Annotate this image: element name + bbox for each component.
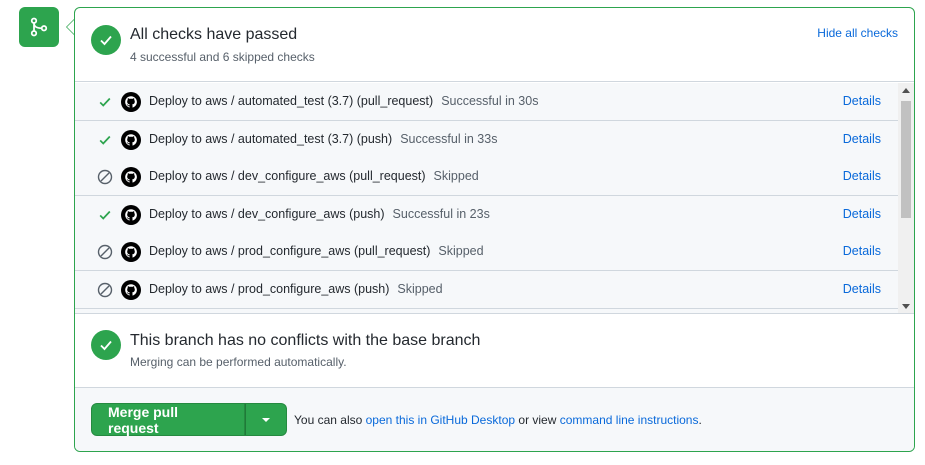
success-status-icon xyxy=(91,330,121,360)
conflicts-section: This branch has no conflicts with the ba… xyxy=(75,314,914,388)
check-name: Deploy to aws / automated_test (3.7) (pu… xyxy=(149,131,498,146)
check-name: Deploy to aws / prod_configure_aws (push… xyxy=(149,281,443,296)
checks-title: All checks have passed xyxy=(130,26,298,43)
open-in-desktop-link[interactable]: open this in GitHub Desktop xyxy=(366,413,515,427)
scroll-down-arrow-icon[interactable] xyxy=(902,304,910,309)
merge-button-group: Merge pull request xyxy=(91,403,287,436)
check-row: Deploy to aws / automated_test (3.7) (pu… xyxy=(75,83,898,121)
merge-method-dropdown[interactable] xyxy=(245,403,287,436)
check-details-link[interactable]: Details xyxy=(843,244,881,258)
success-status-icon xyxy=(91,25,121,55)
github-logo-icon xyxy=(121,92,141,112)
check-name: Deploy to aws / dev_configure_aws (pull_… xyxy=(149,169,479,183)
check-name: Deploy to aws / prod_configure_aws (pull… xyxy=(149,244,484,258)
scroll-up-arrow-icon[interactable] xyxy=(902,88,910,93)
checks-scrollbar[interactable] xyxy=(898,83,914,313)
merge-box: All checks have passed 4 successful and … xyxy=(74,7,915,452)
caret-down-icon xyxy=(262,417,270,422)
check-row: Deploy to aws / dev_configure_aws (push)… xyxy=(75,195,898,234)
skip-icon xyxy=(97,244,113,260)
hide-all-checks-link[interactable]: Hide all checks xyxy=(817,26,898,40)
check-details-link[interactable]: Details xyxy=(843,207,881,221)
check-row: Deploy to aws / prod_configure_aws (push… xyxy=(75,270,898,309)
git-merge-icon xyxy=(19,7,59,47)
check-name: Deploy to aws / dev_configure_aws (push)… xyxy=(149,206,490,221)
github-logo-icon xyxy=(121,129,141,150)
github-logo-icon xyxy=(121,167,141,187)
merge-help-text: You can also open this in GitHub Desktop… xyxy=(294,413,702,427)
check-description: Skipped xyxy=(397,281,443,296)
check-details-link[interactable]: Details xyxy=(843,132,881,146)
check-icon xyxy=(97,132,113,148)
check-row: Deploy to aws / prod_configure_aws (pull… xyxy=(75,233,898,271)
github-logo-icon xyxy=(121,242,141,262)
conflicts-subtitle: Merging can be performed automatically. xyxy=(130,355,347,369)
check-description: Successful in 30s xyxy=(441,94,539,108)
github-logo-icon xyxy=(121,204,141,225)
check-description: Skipped xyxy=(433,169,479,183)
check-icon xyxy=(97,207,113,223)
check-name: Deploy to aws / automated_test (3.7) (pu… xyxy=(149,94,539,108)
checks-list: Deploy to aws / automated_test (3.7) (pu… xyxy=(75,83,914,314)
merge-footer: Merge pull request You can also open thi… xyxy=(75,388,914,451)
check-description: Successful in 23s xyxy=(392,206,490,221)
checks-header: All checks have passed 4 successful and … xyxy=(75,8,914,82)
command-line-instructions-link[interactable]: command line instructions xyxy=(560,413,699,427)
merge-pull-request-button[interactable]: Merge pull request xyxy=(91,403,245,436)
checks-subtitle: 4 successful and 6 skipped checks xyxy=(130,50,315,64)
conflicts-title: This branch has no conflicts with the ba… xyxy=(130,332,481,349)
github-logo-icon xyxy=(121,279,141,300)
check-row: Deploy to aws / dev_configure_aws (pull_… xyxy=(75,158,898,196)
check-details-link[interactable]: Details xyxy=(843,94,881,108)
check-details-link[interactable]: Details xyxy=(843,282,881,296)
check-details-link[interactable]: Details xyxy=(843,169,881,183)
check-description: Skipped xyxy=(438,244,484,258)
check-icon xyxy=(97,94,113,110)
skip-icon xyxy=(97,282,113,298)
check-row: Deploy to aws / automated_test (3.7) (pu… xyxy=(75,120,898,159)
skip-icon xyxy=(97,169,113,185)
scroll-thumb[interactable] xyxy=(901,101,911,218)
check-description: Successful in 33s xyxy=(400,131,498,146)
